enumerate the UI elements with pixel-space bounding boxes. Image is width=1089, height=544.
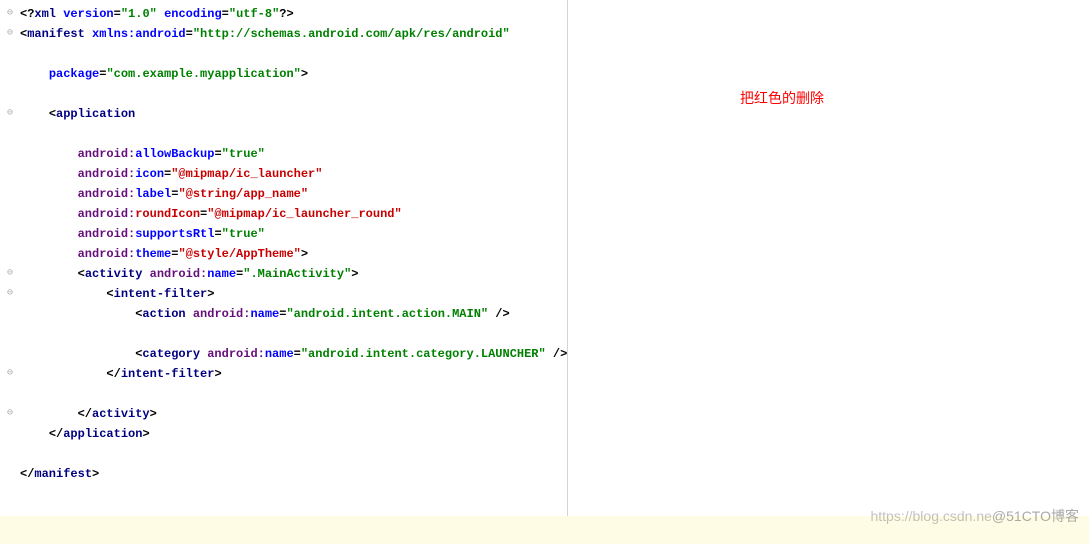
xml-punc: <? xyxy=(20,7,34,21)
watermark-url: https://blog.csdn.ne xyxy=(870,508,991,524)
xml-attr: encoding xyxy=(164,7,222,21)
package-value: "com.example.myapplication" xyxy=(106,67,300,81)
xml-value: "utf-8" xyxy=(229,7,279,21)
icon-value-error: "@mipmap/ic_launcher" xyxy=(171,167,322,181)
action-value: "android.intent.action.MAIN" xyxy=(286,307,488,321)
roundicon-value-error: "@mipmap/ic_launcher_round" xyxy=(207,207,401,221)
activity-name-value: ".MainActivity" xyxy=(243,267,351,281)
blank-panel xyxy=(568,0,1089,544)
fold-icon[interactable]: ⊖ xyxy=(7,264,13,284)
supportsrtl-attr: supportsRtl xyxy=(135,227,214,241)
package-attr: package xyxy=(49,67,99,81)
theme-attr: theme xyxy=(135,247,171,261)
manifest-tag: manifest xyxy=(27,27,92,41)
xml-value: "1.0" xyxy=(121,7,157,21)
theme-value-error: "@style/AppTheme" xyxy=(178,247,300,261)
annotation-text: 把红色的删除 xyxy=(740,88,824,108)
category-tag: category xyxy=(142,347,207,361)
code-editor[interactable]: <?xml version="1.0" encoding="utf-8"?> <… xyxy=(20,0,568,544)
xmlns-attr: xmlns:android xyxy=(92,27,186,41)
allowbackup-attr: allowBackup xyxy=(135,147,214,161)
activity-tag: activity xyxy=(85,267,150,281)
fold-icon[interactable]: ⊖ xyxy=(7,24,13,44)
roundicon-attr-error: roundIcon xyxy=(135,207,200,221)
watermark-text: @51CTO博客 xyxy=(992,508,1079,524)
fold-icon[interactable]: ⊖ xyxy=(7,4,13,24)
label-attr: label xyxy=(135,187,171,201)
fold-icon[interactable]: ⊖ xyxy=(7,404,13,424)
xmlns-value: "http://schemas.android.com/apk/res/andr… xyxy=(193,27,510,41)
application-tag: application xyxy=(56,107,135,121)
fold-icon[interactable]: ⊖ xyxy=(7,284,13,304)
label-value-error: "@string/app_name" xyxy=(178,187,308,201)
fold-icon[interactable]: ⊖ xyxy=(7,364,13,384)
intent-filter-tag: intent-filter xyxy=(114,287,208,301)
xml-attr: version xyxy=(63,7,113,21)
icon-attr: icon xyxy=(135,167,164,181)
fold-icon[interactable]: ⊖ xyxy=(7,104,13,124)
category-value: "android.intent.category.LAUNCHER" xyxy=(301,347,546,361)
xml-tag: xml xyxy=(34,7,63,21)
editor-gutter: ⊖ ⊖ ⊖ ⊖ ⊖ ⊖ ⊖ xyxy=(0,0,20,544)
action-tag: action xyxy=(142,307,192,321)
watermark: https://blog.csdn.ne@51CTO博客 xyxy=(870,506,1079,526)
